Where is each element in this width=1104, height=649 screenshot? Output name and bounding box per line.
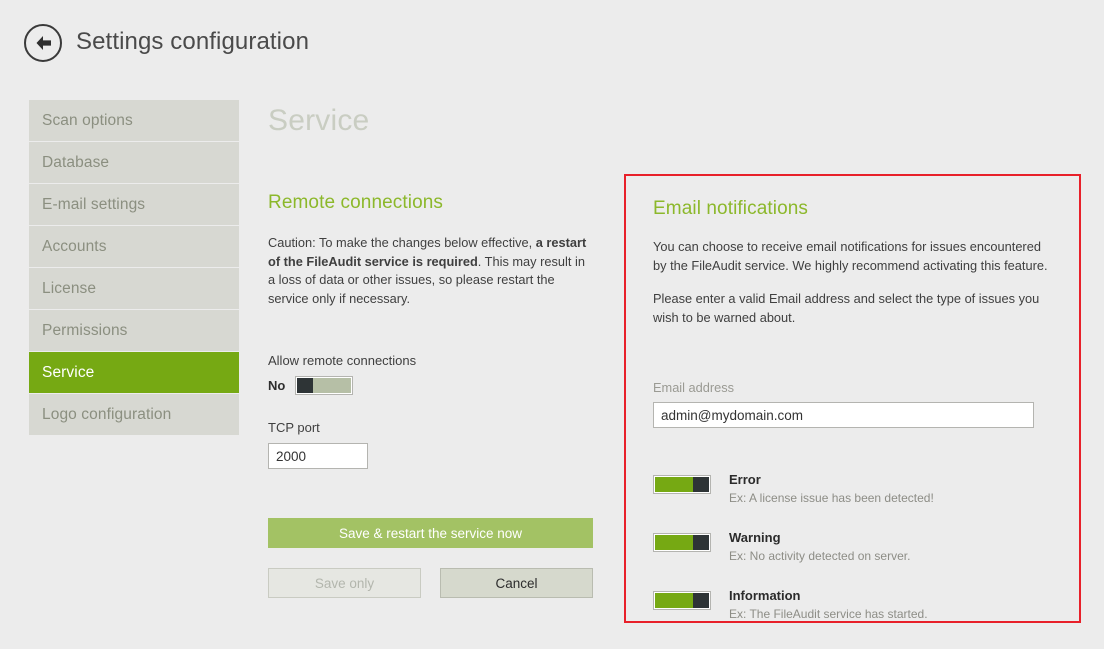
email-notifications-content: Email notifications You can choose to re…: [626, 176, 1079, 622]
sidebar-item-service[interactable]: Service: [29, 352, 239, 393]
email-address-input[interactable]: [653, 402, 1034, 428]
notification-example: Ex: No activity detected on server.: [729, 548, 910, 564]
tcp-port-input[interactable]: [268, 443, 368, 469]
toggle-handle-icon: [297, 378, 313, 393]
cancel-button[interactable]: Cancel: [440, 568, 593, 598]
email-address-label: Email address: [653, 380, 1052, 395]
secondary-button-row: Save only Cancel: [268, 568, 593, 598]
email-notifications-panel: Email notifications You can choose to re…: [624, 174, 1081, 623]
page-title: Service: [268, 104, 369, 138]
sidebar-item-label: Accounts: [42, 238, 107, 256]
toggle-track: [655, 593, 693, 608]
error-notification-toggle[interactable]: [653, 475, 711, 494]
allow-remote-connections-state: No: [268, 378, 285, 393]
service-action-buttons: Save & restart the service now Save only…: [268, 518, 593, 598]
sidebar-item-label: Permissions: [42, 322, 128, 340]
allow-remote-connections-label: Allow remote connections: [268, 353, 416, 368]
tcp-port-label: TCP port: [268, 420, 368, 435]
allow-remote-connections-toggle[interactable]: [295, 376, 353, 395]
sidebar-item-label: License: [42, 280, 96, 298]
remote-connections-section: Remote connections Caution: To make the …: [268, 192, 593, 308]
page-header-title: Settings configuration: [76, 28, 309, 56]
notification-toggle-list: Error Ex: A license issue has been detec…: [653, 472, 1052, 622]
toggle-handle-icon: [693, 477, 709, 492]
email-notifications-intro-1: You can choose to receive email notifica…: [653, 238, 1052, 275]
warning-notification-toggle[interactable]: [653, 533, 711, 552]
notification-text: Error Ex: A license issue has been detec…: [729, 472, 934, 506]
notification-row-warning: Warning Ex: No activity detected on serv…: [653, 530, 1052, 564]
notification-text: Warning Ex: No activity detected on serv…: [729, 530, 910, 564]
sidebar-item-logo-configuration[interactable]: Logo configuration: [29, 394, 239, 435]
sidebar-item-label: Service: [42, 364, 94, 382]
toggle-track: [655, 477, 693, 492]
sidebar-item-accounts[interactable]: Accounts: [29, 226, 239, 267]
notification-row-error: Error Ex: A license issue has been detec…: [653, 472, 1052, 506]
sidebar-item-label: E-mail settings: [42, 196, 145, 214]
sidebar-item-label: Logo configuration: [42, 406, 171, 424]
toggle-handle-icon: [693, 593, 709, 608]
sidebar-item-database[interactable]: Database: [29, 142, 239, 183]
information-notification-toggle[interactable]: [653, 591, 711, 610]
save-only-button: Save only: [268, 568, 421, 598]
save-and-restart-button[interactable]: Save & restart the service now: [268, 518, 593, 548]
notification-example: Ex: A license issue has been detected!: [729, 490, 934, 506]
notification-example: Ex: The FileAudit service has started.: [729, 606, 928, 622]
sidebar-item-license[interactable]: License: [29, 268, 239, 309]
back-button[interactable]: [24, 24, 62, 62]
sidebar-item-scan-options[interactable]: Scan options: [29, 100, 239, 141]
email-notifications-heading: Email notifications: [653, 198, 1052, 220]
sidebar-item-label: Database: [42, 154, 109, 172]
allow-remote-connections-row: No: [268, 376, 416, 395]
toggle-handle-icon: [693, 535, 709, 550]
notification-text: Information Ex: The FileAudit service ha…: [729, 588, 928, 622]
notification-title: Information: [729, 588, 928, 604]
sidebar-item-label: Scan options: [42, 112, 133, 130]
settings-sidebar: Scan options Database E-mail settings Ac…: [29, 100, 239, 436]
notification-title: Warning: [729, 530, 910, 546]
toggle-track: [313, 378, 351, 393]
arrow-left-circle-icon: [26, 33, 60, 53]
notification-title: Error: [729, 472, 934, 488]
tcp-port-field: TCP port: [268, 420, 368, 469]
sidebar-item-email-settings[interactable]: E-mail settings: [29, 184, 239, 225]
remote-connections-heading: Remote connections: [268, 192, 593, 214]
caution-prefix: Caution: To make the changes below effec…: [268, 235, 536, 250]
email-notifications-intro-2: Please enter a valid Email address and s…: [653, 290, 1052, 327]
email-address-field: Email address: [653, 380, 1052, 428]
app-header: Settings configuration: [0, 0, 1104, 86]
sidebar-item-permissions[interactable]: Permissions: [29, 310, 239, 351]
allow-remote-connections-field: Allow remote connections No: [268, 353, 416, 395]
toggle-track: [655, 535, 693, 550]
notification-row-information: Information Ex: The FileAudit service ha…: [653, 588, 1052, 622]
remote-connections-caution: Caution: To make the changes below effec…: [268, 234, 593, 308]
